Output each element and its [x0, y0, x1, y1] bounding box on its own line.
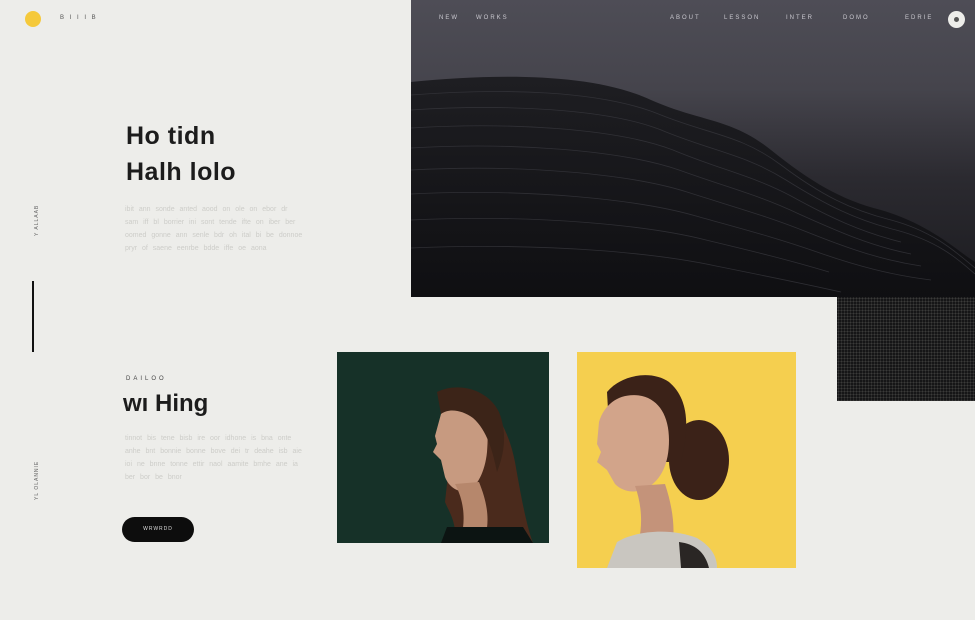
brand-name[interactable]: B I I I B	[60, 15, 98, 21]
logo-dot-icon[interactable]	[25, 11, 41, 27]
texture-block	[837, 297, 975, 401]
section-eyebrow: DAILOO	[126, 376, 167, 382]
hero-title-line-1: Ho tidn	[126, 122, 216, 150]
portrait-photo-yellow[interactable]	[577, 352, 796, 568]
dune-illustration	[411, 76, 975, 297]
nav-item-lesson[interactable]: LESSON	[724, 15, 760, 21]
scroll-indicator[interactable]	[32, 281, 34, 352]
nav-item-domo[interactable]: DOMO	[843, 15, 870, 21]
nav-item-about[interactable]: ABOUT	[670, 15, 701, 21]
nav-item-new[interactable]: NEW	[439, 15, 459, 21]
side-label-top: Y ALLAAB	[34, 204, 40, 236]
portrait-illustration-1	[433, 387, 533, 543]
section-paragraph: tinnot bis tene bisb ire oor idhone is b…	[125, 435, 302, 481]
hero-landscape-image	[411, 0, 975, 297]
hero-title: Ho tidn Halh lolo	[126, 118, 236, 190]
menu-circle-icon[interactable]	[948, 11, 965, 28]
nav-item-edrie[interactable]: EDRIE	[905, 15, 933, 21]
nav-item-works[interactable]: WORKS	[476, 15, 509, 21]
page: B I I I B NEW WORKS ABOUT LESSON INTER D…	[0, 0, 975, 620]
side-label-bottom: YL OLANNIE	[34, 460, 40, 500]
hero-paragraph: ibit ann sonde anted aood on ole on ebor…	[125, 206, 303, 252]
hero-title-line-2: Halh lolo	[126, 158, 237, 186]
section-title: wı Hing	[123, 390, 209, 417]
portrait-photo-green[interactable]	[337, 352, 549, 543]
cta-button[interactable]: WRWRDD	[122, 517, 194, 542]
nav-item-inter[interactable]: INTER	[786, 15, 814, 21]
portrait-illustration-2	[597, 375, 729, 568]
